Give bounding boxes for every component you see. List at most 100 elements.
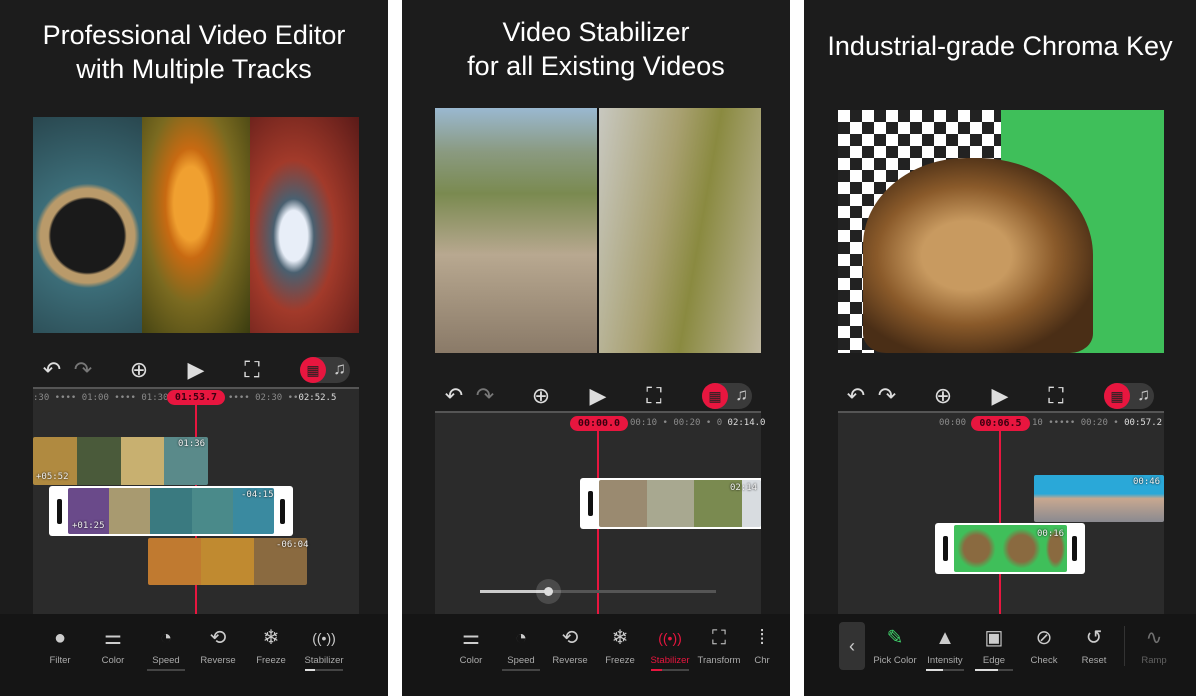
back-chevron-icon[interactable]: ‹: [839, 622, 865, 670]
edge-icon: ▣: [984, 627, 1004, 649]
tool-label: 10 ••••• 00:20 •: [1032, 418, 1119, 428]
clip-offset: +05:52: [36, 472, 69, 482]
track-type-toggle[interactable]: ▦ ♫: [702, 383, 752, 409]
audio-track-icon[interactable]: ♫: [735, 385, 748, 405]
audio-track-icon[interactable]: ♫: [333, 359, 346, 379]
tool-bar: ● Filter ⚌ Color ◔ Speed ⟲ Reverse ❄ Freeze (…: [0, 614, 388, 696]
intensity-icon: ▲: [935, 627, 955, 649]
panel-stabilizer: Video Stabilizer for all Existing Videos…: [402, 0, 790, 696]
fullscreen-icon[interactable]: ⛶: [244, 357, 259, 383]
headline: Industrial-grade Chroma Key: [804, 29, 1196, 63]
tool-chroma[interactable]: ⁞ Chr: [736, 622, 788, 666]
tool-speed[interactable]: ◔ Speed: [140, 622, 192, 671]
time-ruler: 10 ••••• 00:20 • 00:57.2: [1032, 418, 1162, 428]
trim-handle-right[interactable]: [1072, 535, 1077, 562]
clip-duration: 02:14: [730, 483, 758, 493]
time-ruler: 00:10 • 00:20 • 0 02:14.0: [630, 418, 765, 428]
headline: Professional Video Editor with Multiple …: [0, 18, 388, 86]
tool-pick-color[interactable]: ✎ Pick Color: [869, 622, 921, 666]
speed-gauge-icon: ◔: [159, 627, 173, 649]
stabilizer-slider[interactable]: [480, 579, 716, 604]
tool-check[interactable]: ⊘ Check: [1018, 622, 1070, 666]
tool-speed[interactable]: ◔ Speed: [495, 622, 547, 671]
video-track-icon[interactable]: ▦: [1104, 383, 1130, 409]
undo-icon[interactable]: ↶: [847, 383, 865, 409]
tool-label: Speed: [507, 655, 535, 666]
freeze-snowflake-icon: ❄: [611, 627, 629, 649]
play-icon[interactable]: ▶: [992, 383, 1009, 409]
tool-label: Intensity: [927, 655, 963, 666]
tool-bar: ‹ ✎ Pick Color ▲ Intensity ▣ Edge ⊘ Check ↺ R…: [804, 614, 1196, 696]
video-track-icon[interactable]: ▦: [702, 383, 728, 409]
undo-icon[interactable]: ↶: [43, 357, 61, 383]
tool-reverse[interactable]: ⟲ Reverse: [544, 622, 596, 666]
stabilizer-icon: ((•)): [658, 630, 682, 646]
add-media-icon[interactable]: ⊕: [130, 357, 148, 383]
add-media-icon[interactable]: ⊕: [532, 383, 550, 409]
play-icon[interactable]: ▶: [590, 383, 607, 409]
playhead-time[interactable]: 01:53.7: [167, 390, 225, 405]
tool-reset[interactable]: ↺ Reset: [1068, 622, 1120, 666]
playhead-time[interactable]: 00:06.5: [971, 416, 1030, 431]
trim-handle-left[interactable]: [57, 498, 62, 524]
tool-label: Freeze: [605, 655, 635, 666]
fullscreen-icon[interactable]: ⛶: [646, 383, 661, 409]
clip-offset: +01:25: [72, 521, 105, 531]
undo-icon[interactable]: ↶: [445, 383, 463, 409]
tool-reverse[interactable]: ⟲ Reverse: [192, 622, 244, 666]
headline-line: Professional Video Editor: [42, 20, 346, 50]
panel-multitrack: Professional Video Editor with Multiple …: [0, 0, 388, 696]
preview-video-comparison: [435, 108, 761, 353]
track-type-toggle[interactable]: ▦ ♫: [300, 357, 350, 383]
add-media-icon[interactable]: ⊕: [934, 383, 952, 409]
divider: [1124, 626, 1125, 666]
tool-color[interactable]: ⚌ Color: [445, 622, 497, 666]
track-type-toggle[interactable]: ▦ ♫: [1104, 383, 1154, 409]
pick-color-icon: ✎: [886, 627, 904, 649]
tool-label: 00:10 • 00:20 • 0: [630, 418, 723, 428]
trim-handle-left[interactable]: [588, 490, 593, 517]
tool-filter[interactable]: ● Filter: [34, 622, 86, 666]
tool-stabilizer[interactable]: ((•)) Stabilizer: [298, 622, 350, 671]
filter-icon: ●: [53, 627, 67, 649]
tool-label: Pick Color: [873, 655, 917, 666]
playhead[interactable]: [999, 430, 1001, 614]
play-icon[interactable]: ▶: [188, 357, 205, 383]
tool-label: Reverse: [552, 655, 588, 666]
tool-stabilizer[interactable]: ((•)) Stabilizer: [644, 622, 696, 671]
tool-label: Check: [1030, 655, 1058, 666]
playhead-time[interactable]: 00:00.0: [570, 416, 628, 431]
selected-clip[interactable]: 02:14: [580, 478, 761, 529]
time-ruler-start: 00:00: [939, 418, 966, 428]
tool-label: Ramp: [1141, 655, 1167, 666]
audio-track-icon[interactable]: ♫: [1137, 385, 1150, 405]
tool-freeze[interactable]: ❄ Freeze: [594, 622, 646, 666]
reverse-icon: ⟲: [209, 627, 227, 649]
tool-label: Filter: [49, 655, 71, 666]
trim-handle-right[interactable]: [280, 498, 285, 524]
tool-color[interactable]: ⚌ Color: [87, 622, 139, 666]
redo-icon[interactable]: ↷: [74, 357, 92, 383]
tool-ramp[interactable]: ∿ Ramp: [1128, 622, 1180, 666]
tool-intensity[interactable]: ▲ Intensity: [919, 622, 971, 671]
chroma-icon: ⁞: [759, 627, 765, 649]
tool-label: Freeze: [256, 655, 286, 666]
trim-handle-left[interactable]: [943, 535, 948, 562]
redo-icon[interactable]: ↷: [878, 383, 896, 409]
tool-label: Color: [459, 655, 483, 666]
tool-label: Reset: [1081, 655, 1107, 666]
redo-icon[interactable]: ↷: [476, 383, 494, 409]
stabilizer-icon: ((•)): [312, 630, 336, 646]
preview-video: [33, 117, 359, 333]
tool-label: :30 •••• 01:00 •••• 01:30: [33, 393, 169, 403]
tool-edge[interactable]: ▣ Edge: [968, 622, 1020, 671]
fullscreen-icon[interactable]: ⛶: [1048, 383, 1063, 409]
tool-freeze[interactable]: ❄ Freeze: [245, 622, 297, 666]
selected-clip[interactable]: 00:16: [935, 523, 1085, 574]
preview-video-chroma: [838, 110, 1164, 353]
headline-line: for all Existing Videos: [467, 51, 725, 81]
video-track-icon[interactable]: ▦: [300, 357, 326, 383]
selected-clip[interactable]: +01:25 -04:15: [49, 486, 293, 536]
lion-subject: [863, 158, 1093, 353]
total-duration: 02:14.0: [727, 418, 766, 428]
